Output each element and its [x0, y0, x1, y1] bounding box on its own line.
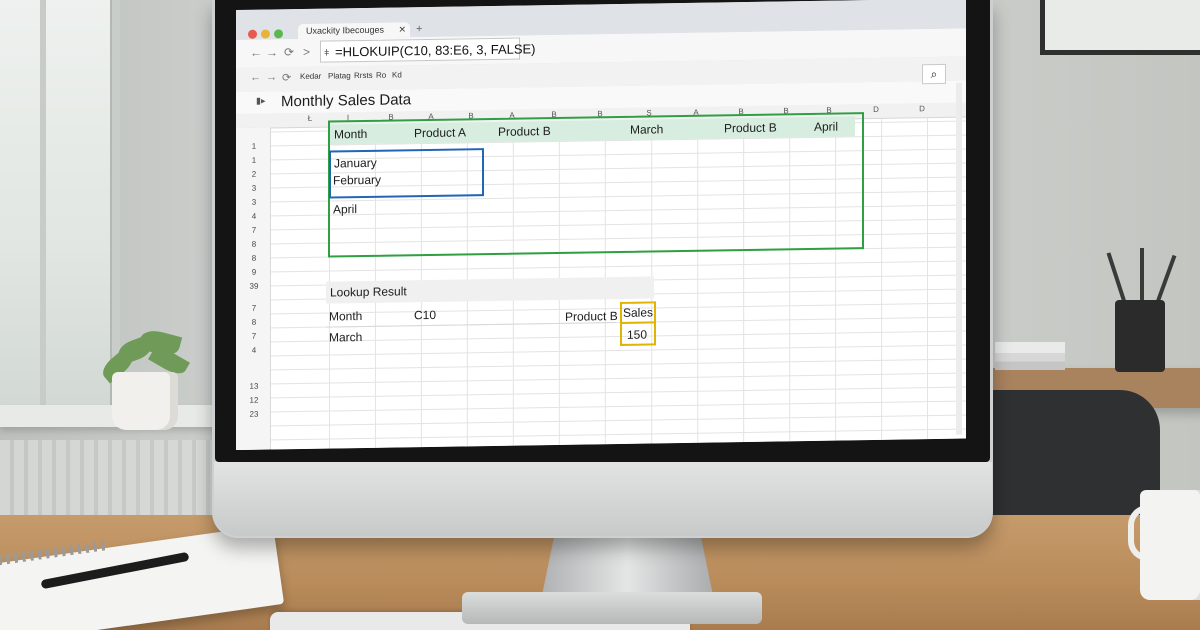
wall-picture-frame: [1040, 0, 1200, 55]
sheet-title: Monthly Sales Data: [281, 91, 412, 111]
vertical-scrollbar[interactable]: [956, 82, 962, 435]
row-header[interactable]: 7: [242, 226, 266, 235]
row-header[interactable]: 8: [242, 254, 266, 263]
row-header[interactable]: 7: [242, 304, 266, 313]
book-stack: [995, 342, 1065, 370]
menu-item[interactable]: Kedar: [300, 72, 321, 81]
pen-in-cup: [1140, 248, 1144, 308]
forward-arrow-icon[interactable]: →: [266, 71, 277, 83]
menu-item[interactable]: Rrsts: [354, 71, 373, 80]
monitor-stand-base: [462, 592, 762, 624]
row-headers: 1 1 2 3 3 4 7 8 8 9 39 7 8 7 4 13 12 23: [236, 127, 271, 450]
row-header[interactable]: 3: [242, 184, 266, 193]
row-header[interactable]: 39: [242, 282, 266, 291]
lookup-month-value[interactable]: March: [329, 330, 362, 345]
minimize-window-dot[interactable]: [261, 29, 270, 39]
row-header[interactable]: 12: [242, 396, 266, 405]
close-icon[interactable]: ✕: [398, 22, 406, 37]
back-arrow-icon[interactable]: ←: [250, 72, 261, 84]
row-header[interactable]: 1: [242, 156, 266, 165]
close-window-dot[interactable]: [248, 29, 257, 39]
chevron-right-icon[interactable]: >: [303, 45, 310, 59]
tab-title: Uxackity Ibecouges: [306, 24, 385, 36]
window-frame: [40, 0, 46, 410]
sales-value[interactable]: 150: [627, 328, 647, 342]
row-header[interactable]: 8: [242, 318, 266, 327]
menu-item[interactable]: Ro: [376, 71, 386, 80]
sales-label[interactable]: Sales: [623, 305, 653, 319]
window: [0, 0, 120, 410]
forward-arrow-icon[interactable]: →: [266, 45, 278, 59]
row-header[interactable]: 2: [242, 170, 266, 179]
row-header[interactable]: 9: [242, 268, 266, 277]
lookup-result-title: Lookup Result: [330, 284, 407, 300]
formula-text: =HLOKUIP(C10, 83:E6, 3, FALSE): [335, 41, 536, 60]
row-header[interactable]: 1: [242, 142, 266, 151]
plant-pot: [112, 372, 178, 430]
coffee-mug: [1140, 490, 1200, 600]
row-header[interactable]: 8: [242, 240, 266, 249]
menu-item[interactable]: Platag: [328, 71, 351, 80]
reload-icon[interactable]: ⟳: [282, 71, 291, 84]
lookup-month-label[interactable]: Month: [329, 309, 362, 324]
row-header[interactable]: 7: [242, 332, 266, 341]
selected-range-highlight: [329, 148, 484, 199]
screen: Uxackity Ibecouges ✕ + ← → ⟳ > ǂ =HLOKUI…: [236, 0, 966, 450]
sheet-icon: ▮▸: [256, 95, 266, 106]
fx-icon: ǂ: [324, 47, 330, 58]
column-header[interactable]: D: [902, 104, 942, 114]
row-header[interactable]: 3: [242, 198, 266, 207]
formula-input[interactable]: ǂ =HLOKUIP(C10, 83:E6, 3, FALSE): [320, 37, 536, 63]
row-header[interactable]: 4: [242, 212, 266, 221]
new-tab-icon[interactable]: +: [416, 23, 422, 35]
back-arrow-icon[interactable]: ←: [250, 46, 262, 60]
reload-icon[interactable]: ⟳: [284, 45, 294, 59]
row-header[interactable]: 4: [242, 346, 266, 355]
monitor-chin: [214, 462, 992, 536]
row-header[interactable]: 13: [242, 382, 266, 391]
maximize-window-dot[interactable]: [274, 29, 283, 39]
menu-item[interactable]: Kd: [392, 70, 402, 79]
pen-cup: [1115, 300, 1165, 372]
browser-tab[interactable]: Uxackity Ibecouges ✕: [298, 22, 410, 40]
column-header[interactable]: Ł: [290, 114, 330, 124]
row-header[interactable]: 23: [242, 410, 266, 419]
lookup-cell-ref[interactable]: C10: [414, 308, 436, 322]
search-icon[interactable]: ⌕: [922, 63, 946, 85]
